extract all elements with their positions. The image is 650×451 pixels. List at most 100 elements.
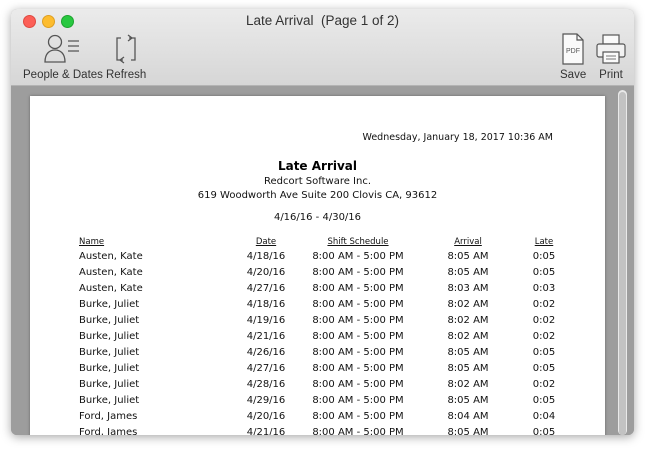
cell-arrival: 8:03 AM: [447, 282, 489, 294]
cell-shift: 8:00 AM - 5:00 PM: [312, 314, 404, 326]
table-row: Ford, James 4/21/16 8:00 AM - 5:00 PM 8:05 …: [79, 424, 569, 436]
report-date-range: 4/16/16 - 4/30/16: [273, 212, 362, 223]
cell-shift: 8:00 AM - 5:00 PM: [312, 250, 404, 262]
late-arrival-table: Name Date Shift Schedule Arrival Late Au…: [79, 236, 569, 435]
cell-arrival: 8:02 AM: [447, 314, 489, 326]
cell-date: 4/21/16: [246, 426, 286, 436]
refresh-label: Refresh: [106, 69, 147, 81]
table-row: Burke, Juliet 4/27/16 8:00 AM - 5:00 PM 8:0…: [79, 360, 569, 376]
cell-late: 0:05: [532, 362, 556, 374]
cell-late: 0:05: [532, 266, 556, 278]
table-row: Austen, Kate 4/18/16 8:00 AM - 5:00 PM 8:05…: [79, 248, 569, 264]
cell-name: Burke, Juliet: [79, 314, 140, 326]
refresh-icon: [116, 34, 136, 64]
cell-arrival: 8:05 AM: [447, 394, 489, 406]
cell-name: Austen, Kate: [79, 266, 143, 278]
cell-late: 0:05: [532, 394, 556, 406]
scrollbar-thumb[interactable]: [619, 92, 626, 435]
cell-late: 0:02: [532, 378, 556, 390]
table-header-row: Name Date Shift Schedule Arrival Late: [79, 236, 569, 248]
cell-name: Burke, Juliet: [79, 378, 140, 390]
print-label: Print: [599, 69, 623, 81]
people-dates-label: People & Dates: [23, 69, 103, 81]
cell-date: 4/29/16: [246, 394, 286, 406]
cell-shift: 8:00 AM - 5:00 PM: [312, 266, 404, 278]
cell-date: 4/18/16: [246, 250, 286, 262]
cell-arrival: 8:05 AM: [447, 266, 489, 278]
company-name: Redcort Software Inc.: [263, 176, 372, 187]
people-icon: [44, 34, 79, 63]
people-dates-button[interactable]: People & Dates: [23, 31, 103, 81]
pdf-icon-text: PDF: [566, 48, 580, 55]
table-row: Ford, James 4/20/16 8:00 AM - 5:00 PM 8:04 …: [79, 408, 569, 424]
report-timestamp: Wednesday, January 18, 2017 10:36 AM: [362, 132, 554, 143]
cell-shift: 8:00 AM - 5:00 PM: [312, 346, 404, 358]
preview-area[interactable]: Wednesday, January 18, 2017 10:36 AM Lat…: [11, 86, 634, 435]
column-header-arrival: Arrival: [454, 237, 482, 247]
cell-name: Austen, Kate: [79, 250, 143, 262]
window-title: Late Arrival (Page 1 of 2): [245, 13, 400, 28]
column-header-late: Late: [534, 237, 554, 247]
cell-shift: 8:00 AM - 5:00 PM: [312, 410, 404, 422]
cell-name: Burke, Juliet: [79, 362, 140, 374]
cell-name: Ford, James: [79, 426, 138, 436]
cell-arrival: 8:05 AM: [447, 250, 489, 262]
cell-late: 0:05: [532, 346, 556, 358]
cell-arrival: 8:05 AM: [447, 346, 489, 358]
print-button[interactable]: Print: [594, 31, 628, 81]
cell-date: 4/26/16: [246, 346, 286, 358]
company-address: 619 Woodworth Ave Suite 200 Clovis CA, 9…: [197, 190, 438, 201]
pdf-icon: PDF: [562, 33, 584, 65]
cell-date: 4/27/16: [246, 362, 286, 374]
cell-shift: 8:00 AM - 5:00 PM: [312, 394, 404, 406]
save-button[interactable]: PDF Save: [560, 31, 586, 81]
cell-late: 0:05: [532, 426, 556, 436]
column-header-shift: Shift Schedule: [327, 237, 389, 247]
save-label: Save: [560, 69, 587, 81]
cell-late: 0:03: [532, 282, 556, 294]
cell-date: 4/20/16: [246, 410, 286, 422]
cell-late: 0:02: [532, 298, 556, 310]
vertical-scrollbar[interactable]: [618, 90, 627, 435]
cell-late: 0:02: [532, 330, 556, 342]
printer-icon: [596, 34, 626, 64]
table-row: Austen, Kate 4/27/16 8:00 AM - 5:00 PM 8:03…: [79, 280, 569, 296]
cell-late: 0:02: [532, 314, 556, 326]
cell-name: Burke, Juliet: [79, 346, 140, 358]
cell-arrival: 8:02 AM: [447, 298, 489, 310]
cell-arrival: 8:05 AM: [447, 362, 489, 374]
cell-shift: 8:00 AM - 5:00 PM: [312, 362, 404, 374]
cell-date: 4/27/16: [246, 282, 286, 294]
table-row: Burke, Juliet 4/28/16 8:00 AM - 5:00 PM 8:0…: [79, 376, 569, 392]
cell-arrival: 8:04 AM: [447, 410, 489, 422]
cell-name: Ford, James: [79, 410, 138, 422]
column-header-name: Name: [79, 237, 105, 247]
cell-shift: 8:00 AM - 5:00 PM: [312, 298, 404, 310]
cell-date: 4/20/16: [246, 266, 286, 278]
cell-arrival: 8:02 AM: [447, 330, 489, 342]
cell-name: Burke, Juliet: [79, 394, 140, 406]
report-page: Wednesday, January 18, 2017 10:36 AM Lat…: [30, 96, 605, 435]
cell-late: 0:05: [532, 250, 556, 262]
cell-shift: 8:00 AM - 5:00 PM: [312, 282, 404, 294]
cell-shift: 8:00 AM - 5:00 PM: [312, 378, 404, 390]
cell-date: 4/28/16: [246, 378, 286, 390]
refresh-button[interactable]: Refresh: [106, 31, 146, 81]
cell-late: 0:04: [532, 410, 556, 422]
cell-date: 4/18/16: [246, 298, 286, 310]
table-row: Burke, Juliet 4/19/16 8:00 AM - 5:00 PM 8:0…: [79, 312, 569, 328]
table-row: Burke, Juliet 4/21/16 8:00 AM - 5:00 PM 8:0…: [79, 328, 569, 344]
report-window: Late Arrival (Page 1 of 2) People & Date…: [11, 9, 634, 435]
column-header-date: Date: [255, 237, 277, 247]
cell-name: Burke, Juliet: [79, 330, 140, 342]
cell-shift: 8:00 AM - 5:00 PM: [312, 426, 404, 436]
table-row: Burke, Juliet 4/29/16 8:00 AM - 5:00 PM 8:0…: [79, 392, 569, 408]
cell-name: Austen, Kate: [79, 282, 143, 294]
cell-arrival: 8:02 AM: [447, 378, 489, 390]
cell-date: 4/19/16: [246, 314, 286, 326]
cell-date: 4/21/16: [246, 330, 286, 342]
report-title: Late Arrival: [277, 159, 358, 173]
table-row: Burke, Juliet 4/26/16 8:00 AM - 5:00 PM 8:0…: [79, 344, 569, 360]
cell-shift: 8:00 AM - 5:00 PM: [312, 330, 404, 342]
table-row: Burke, Juliet 4/18/16 8:00 AM - 5:00 PM 8:0…: [79, 296, 569, 312]
